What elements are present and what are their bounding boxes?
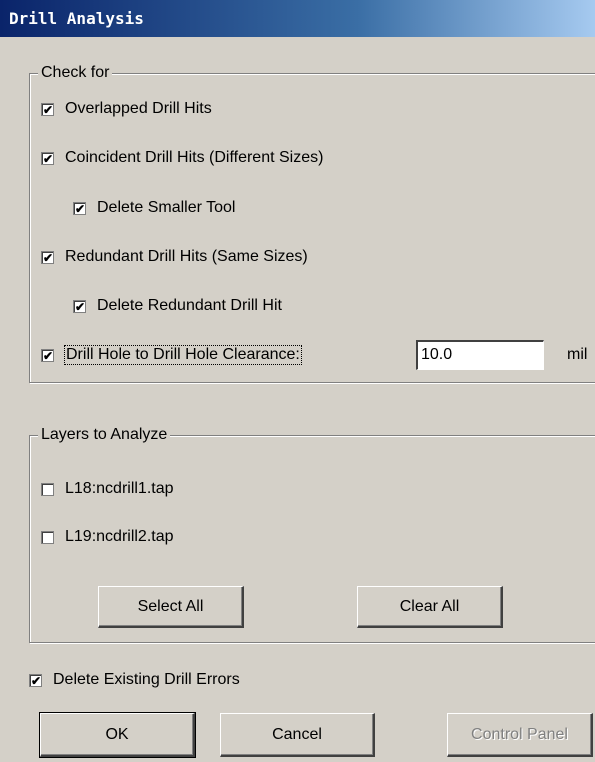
check-for-label: Check for	[38, 63, 113, 83]
checkbox-label: Coincident Drill Hits (Different Sizes)	[65, 149, 324, 166]
checkbox-box[interactable]: ✔	[73, 201, 86, 216]
checkmark-icon: ✔	[30, 673, 42, 688]
checkbox-label: L19:ncdrill2.tap	[65, 528, 174, 545]
checkbox-label: Delete Existing Drill Errors	[53, 671, 240, 688]
cancel-button[interactable]: Cancel	[220, 713, 375, 757]
delete-redundant-drill-hit-checkbox[interactable]: ✔ Delete Redundant Drill Hit	[73, 295, 282, 317]
checkmark-icon: ✔	[42, 151, 54, 166]
control-panel-button[interactable]: Control Panel	[447, 713, 593, 757]
window-title: Drill Analysis	[9, 9, 144, 28]
checkbox-box[interactable]: ✔	[29, 673, 42, 688]
delete-existing-drill-errors-checkbox[interactable]: ✔ Delete Existing Drill Errors	[29, 669, 240, 691]
layer-l18-checkbox[interactable]: L18:ncdrill1.tap	[41, 478, 174, 500]
checkmark-icon: ✔	[42, 250, 54, 265]
redundant-drill-hits-checkbox[interactable]: ✔ Redundant Drill Hits (Same Sizes)	[41, 246, 308, 268]
drill-hole-clearance-checkbox[interactable]: ✔ Drill Hole to Drill Hole Clearance:	[41, 344, 302, 366]
checkbox-box[interactable]	[41, 530, 54, 544]
checkbox-box[interactable]	[41, 482, 54, 496]
checkbox-label: Drill Hole to Drill Hole Clearance:	[64, 345, 302, 365]
checkbox-label: Delete Redundant Drill Hit	[97, 297, 282, 314]
checkmark-icon: ✔	[74, 201, 86, 216]
clearance-value-input[interactable]: 10.0	[416, 340, 544, 370]
checkbox-label: Overlapped Drill Hits	[65, 100, 212, 117]
checkbox-label: Redundant Drill Hits (Same Sizes)	[65, 248, 308, 265]
checkbox-box[interactable]: ✔	[73, 299, 86, 314]
layer-l19-checkbox[interactable]: L19:ncdrill2.tap	[41, 526, 174, 548]
select-all-button[interactable]: Select All	[98, 586, 244, 628]
checkbox-label: L18:ncdrill1.tap	[65, 480, 174, 497]
clear-all-button[interactable]: Clear All	[357, 586, 503, 628]
checkmark-icon: ✔	[42, 102, 54, 117]
layers-label: Layers to Analyze	[38, 425, 171, 445]
checkbox-label: Delete Smaller Tool	[97, 199, 236, 216]
checkbox-box[interactable]: ✔	[41, 348, 54, 363]
checkbox-box[interactable]: ✔	[41, 151, 54, 166]
overlapped-drill-hits-checkbox[interactable]: ✔ Overlapped Drill Hits	[41, 98, 212, 120]
checkbox-box[interactable]: ✔	[41, 102, 54, 117]
checkmark-icon: ✔	[42, 348, 54, 363]
ok-button[interactable]: OK	[39, 712, 196, 758]
coincident-drill-hits-checkbox[interactable]: ✔ Coincident Drill Hits (Different Sizes…	[41, 147, 323, 169]
checkbox-box[interactable]: ✔	[41, 250, 54, 265]
window-title-bar[interactable]: Drill Analysis	[0, 0, 595, 37]
checkmark-icon: ✔	[74, 299, 86, 314]
clearance-unit-label: mil	[567, 346, 588, 363]
delete-smaller-tool-checkbox[interactable]: ✔ Delete Smaller Tool	[73, 197, 235, 219]
